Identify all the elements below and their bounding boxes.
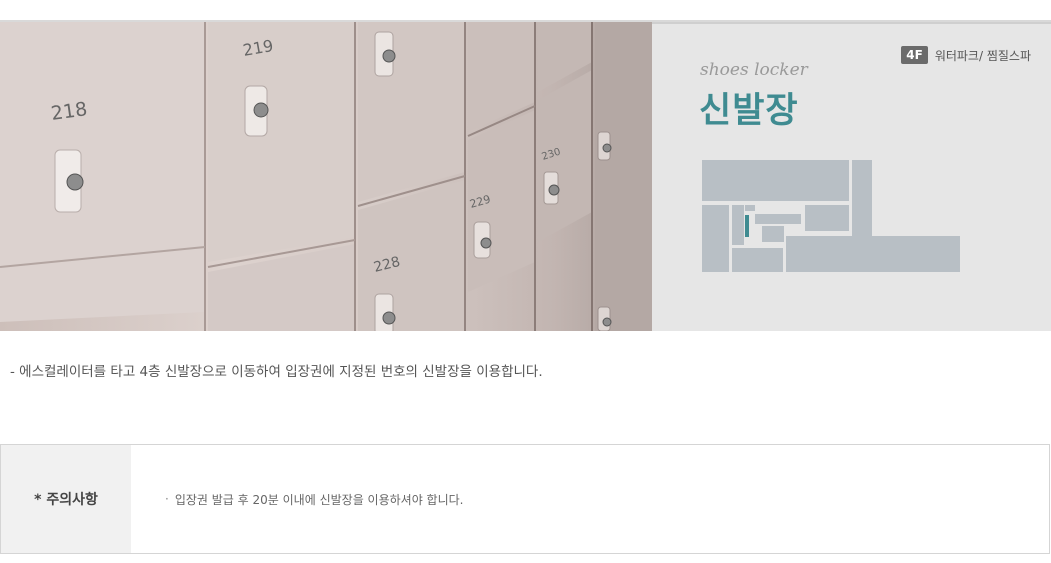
description-text: - 에스컬레이터를 타고 4층 신발장으로 이동하여 입장권에 지정된 번호의 … <box>10 364 543 380</box>
bullet-icon: · <box>165 492 169 506</box>
locker-illustration: 218 219 228 229 230 <box>0 22 652 331</box>
notice-header: * 주의사항 <box>1 445 131 553</box>
shoes-locker-marker <box>745 215 749 237</box>
floor-map <box>702 160 960 272</box>
floor-badge: 4F <box>901 46 928 64</box>
page-title: 신발장 <box>699 91 799 131</box>
notice-item: 입장권 발급 후 20분 이내에 신발장을 이용하셔야 합니다. <box>174 492 464 507</box>
hero-section: 218 219 228 229 230 4F 워터파크/ 찜질스파 shoes … <box>0 22 1051 331</box>
title-english: shoes locker <box>700 60 808 80</box>
notice-content: · 입장권 발급 후 20분 이내에 신발장을 이용하셔야 합니다. <box>131 445 1049 553</box>
info-panel: 4F 워터파크/ 찜질스파 shoes locker 신발장 <box>652 22 1051 331</box>
locker-photo: 218 219 228 229 230 <box>0 22 652 331</box>
floor-location: 워터파크/ 찜질스파 <box>934 48 1031 63</box>
notice-box: * 주의사항 · 입장권 발급 후 20분 이내에 신발장을 이용하셔야 합니다… <box>0 444 1050 554</box>
floor-indicator: 4F 워터파크/ 찜질스파 <box>901 46 1031 64</box>
